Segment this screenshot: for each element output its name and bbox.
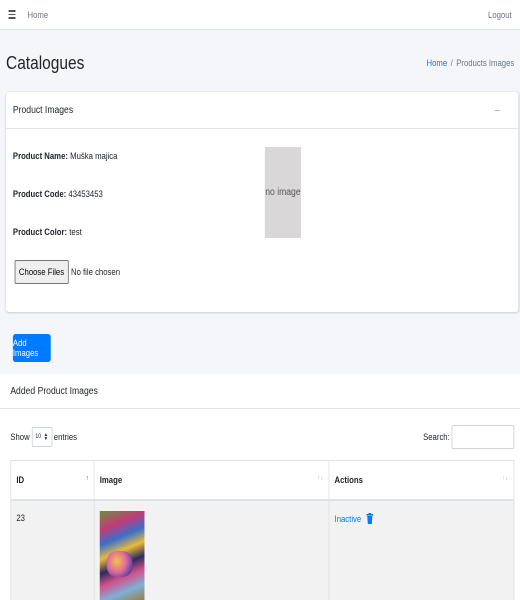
column-label-image: Image — [99, 474, 123, 485]
sort-arrows-icon: ↑↓ — [502, 475, 509, 482]
added-images-card: Added Product Images Show 10 ▲ ▼ entries … — [0, 374, 520, 600]
show-label: Show — [10, 432, 30, 442]
product-color-label: Product Color: — [12, 227, 68, 237]
product-name-line: Product Name: Muška majica — [13, 151, 118, 161]
product-color-line: Product Color: test — [13, 227, 82, 237]
product-color-value: test — [69, 227, 82, 237]
column-header-image[interactable]: Image ↑↓ — [93, 460, 330, 501]
page-length-value: 10 — [35, 434, 42, 440]
images-table: ID ↑ Image ↑↓ Actions ↑↓ 23 Inactive — [10, 460, 515, 600]
datatable-controls: Show 10 ▲ ▼ entries Search: — [10, 425, 515, 449]
trash-icon[interactable] — [365, 512, 373, 526]
sort-asc-icon: ↑ — [85, 475, 89, 482]
product-card-header: Product Images – — [6, 92, 519, 129]
search-input[interactable] — [451, 425, 515, 449]
file-upload-input[interactable]: Choose Files No file chosen — [14, 260, 121, 284]
status-toggle-link[interactable]: Inactive — [335, 514, 362, 524]
choose-files-button[interactable]: Choose Files — [14, 260, 69, 284]
product-card-title: Product Images — [12, 104, 74, 116]
top-navbar: Home Logout — [0, 0, 520, 30]
product-code-value: 43453453 — [68, 189, 103, 199]
breadcrumb-home-link[interactable]: Home — [427, 58, 448, 68]
column-label-actions: Actions — [334, 474, 363, 485]
breadcrumb-current: Products Images — [456, 58, 515, 68]
search-label: Search: — [423, 432, 450, 442]
breadcrumb: Home / Products Images — [427, 58, 515, 68]
table-header-row: ID ↑ Image ↑↓ Actions ↑↓ — [10, 460, 515, 501]
search-box: Search: — [423, 425, 515, 449]
added-images-header: Added Product Images — [0, 374, 520, 409]
product-name-value: Muška majica — [70, 151, 118, 161]
select-arrows-icon: ▲ ▼ — [43, 432, 49, 442]
cell-image — [93, 499, 330, 600]
product-code-label: Product Code: — [12, 189, 67, 199]
nav-home-link[interactable]: Home — [28, 10, 49, 20]
add-images-button[interactable]: Add Images — [12, 334, 51, 362]
product-images-card: Product Images – Product Name: Muška maj… — [6, 92, 519, 312]
sort-arrows-icon: ↑↓ — [317, 475, 324, 482]
logout-link[interactable]: Logout — [488, 10, 512, 20]
column-header-id[interactable]: ID ↑ — [10, 460, 95, 501]
breadcrumb-separator: / — [450, 58, 453, 68]
hamburger-icon[interactable] — [8, 10, 16, 19]
collapse-button[interactable]: – — [495, 105, 500, 116]
table-row: 23 Inactive — [10, 499, 515, 600]
page-length-select[interactable]: 10 ▲ ▼ — [31, 427, 53, 447]
no-image-placeholder: no image — [264, 147, 301, 238]
added-images-title: Added Product Images — [10, 385, 98, 397]
column-label-id: ID — [16, 474, 25, 485]
product-name-label: Product Name: — [12, 151, 68, 161]
page-title: Catalogues — [6, 52, 85, 73]
file-status-text: No file chosen — [70, 267, 121, 277]
product-thumbnail[interactable] — [99, 510, 145, 600]
product-code-line: Product Code: 43453453 — [13, 189, 103, 199]
content-header: Catalogues Home / Products Images — [0, 38, 520, 88]
cell-id: 23 — [10, 499, 95, 600]
cell-actions: Inactive — [328, 499, 515, 600]
entries-label: entries — [53, 432, 77, 442]
column-header-actions[interactable]: Actions ↑↓ — [328, 460, 515, 501]
